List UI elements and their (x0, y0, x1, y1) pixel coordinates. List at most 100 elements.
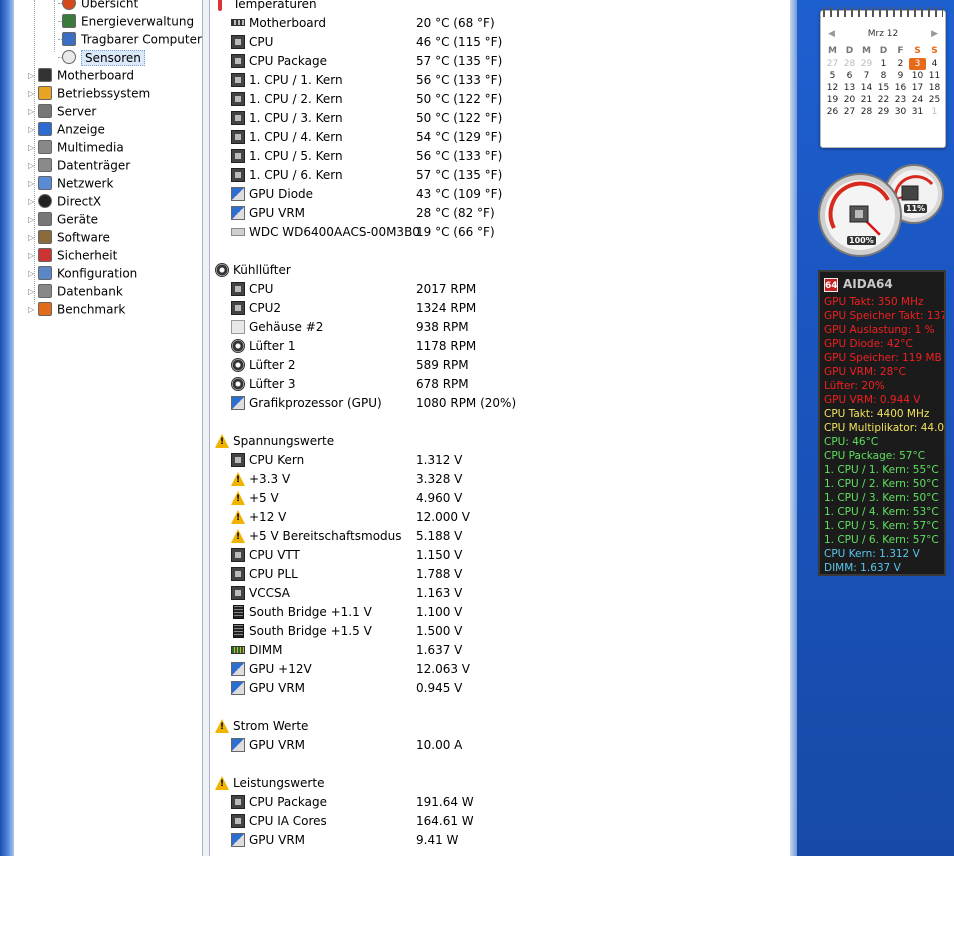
sensor-row[interactable]: GPU +12V 12.063 V (210, 660, 790, 679)
sensor-row[interactable]: 1. CPU / 5. Kern 56 °C (133 °F) (210, 147, 790, 166)
sensor-row[interactable]: Motherboard 20 °C (68 °F) (210, 14, 790, 33)
expand-arrow-icon[interactable]: ▷ (28, 121, 38, 139)
tree-item-multimedia[interactable]: ▷ Multimedia (28, 138, 124, 156)
calendar-day[interactable]: 9 (892, 70, 909, 82)
sensor-row[interactable]: Grafikprozessor (GPU) 1080 RPM (20%) (210, 394, 790, 413)
tree-item-konfiguration[interactable]: ▷ Konfiguration (28, 264, 137, 282)
sensor-row[interactable]: VCCSA 1.163 V (210, 584, 790, 603)
aida64-sensor-panel[interactable]: 64 AIDA64 GPU Takt: 350 MHz GPU Speicher T… (818, 270, 946, 576)
section-header[interactable]: Temperaturen (210, 0, 790, 14)
tree-item-betriebssystem[interactable]: ▷ Betriebssystem (28, 84, 150, 102)
calendar-day[interactable]: 25 (926, 94, 943, 106)
sensor-row[interactable]: GPU VRM 28 °C (82 °F) (210, 204, 790, 223)
calendar-day[interactable]: 1 (875, 58, 892, 70)
calendar-day[interactable]: 2 (892, 58, 909, 70)
cpu-meter-gadget[interactable]: 100% 11% (818, 160, 944, 260)
tree-item-tragbarer-computer[interactable]: Tragbarer Computer (58, 30, 202, 48)
sensor-row[interactable]: GPU VRM 10.00 A (210, 736, 790, 755)
section-header[interactable]: Kühllüfter (210, 261, 790, 280)
sensor-row[interactable]: CPU Kern 1.312 V (210, 451, 790, 470)
calendar-day[interactable]: 29 (858, 58, 875, 70)
calendar-day[interactable]: 23 (892, 94, 909, 106)
expand-arrow-icon[interactable]: ▷ (28, 67, 38, 85)
calendar-day[interactable]: 16 (892, 82, 909, 94)
expand-arrow-icon[interactable]: ▷ (28, 301, 38, 319)
expand-arrow-icon[interactable]: ▷ (28, 193, 38, 211)
sensor-row[interactable]: ! +3.3 V 3.328 V (210, 470, 790, 489)
calendar-day[interactable]: 19 (824, 94, 841, 106)
tree-item-benchmark[interactable]: ▷ Benchmark (28, 300, 125, 318)
tree-item-software[interactable]: ▷ Software (28, 228, 110, 246)
calendar-day[interactable]: 27 (841, 106, 858, 118)
expand-arrow-icon[interactable]: ▷ (28, 247, 38, 265)
tree-item-motherboard[interactable]: ▷ Motherboard (28, 66, 134, 84)
calendar-day[interactable]: 8 (875, 70, 892, 82)
sensor-row[interactable]: Lüfter 1 1178 RPM (210, 337, 790, 356)
section-header[interactable]: ! Strom Werte (210, 717, 790, 736)
calendar-day[interactable]: 22 (875, 94, 892, 106)
calendar-day[interactable]: 26 (824, 106, 841, 118)
sensor-row[interactable]: GPU VRM 9.41 W (210, 831, 790, 850)
calendar-day[interactable]: 30 (892, 106, 909, 118)
expand-arrow-icon[interactable]: ▷ (28, 175, 38, 193)
sensor-list[interactable]: Temperaturen Motherboard 20 °C (68 °F) CPU 4… (210, 0, 790, 856)
sensor-row[interactable]: 1. CPU / 1. Kern 56 °C (133 °F) (210, 71, 790, 90)
sensor-row[interactable]: DIMM 1.637 V (210, 641, 790, 660)
sensor-row[interactable]: South Bridge +1.1 V 1.100 V (210, 603, 790, 622)
sensor-row[interactable]: WDC WD6400AACS-00M3B0 19 °C (66 °F) (210, 223, 790, 242)
pane-splitter[interactable] (202, 0, 210, 856)
expand-arrow-icon[interactable]: ▷ (28, 229, 38, 247)
calendar-day[interactable]: 29 (875, 106, 892, 118)
calendar-day[interactable]: 10 (909, 70, 926, 82)
expand-arrow-icon[interactable]: ▷ (28, 283, 38, 301)
calendar-day[interactable]: 20 (841, 94, 858, 106)
sensor-row[interactable]: GPU VRM 0.945 V (210, 679, 790, 698)
sensor-row[interactable]: CPU PLL 1.788 V (210, 565, 790, 584)
sensor-row[interactable]: CPU Package 57 °C (135 °F) (210, 52, 790, 71)
expand-arrow-icon[interactable]: ▷ (28, 103, 38, 121)
expand-arrow-icon[interactable]: ▷ (28, 211, 38, 229)
sensor-row[interactable]: 1. CPU / 2. Kern 50 °C (122 °F) (210, 90, 790, 109)
calendar-today[interactable]: 3 (909, 58, 926, 70)
calendar-day[interactable]: 31 (909, 106, 926, 118)
tree-item-directx[interactable]: ▷ DirectX (28, 192, 101, 210)
calendar-day[interactable]: 27 (824, 58, 841, 70)
tree-item-datenbank[interactable]: ▷ Datenbank (28, 282, 123, 300)
calendar-day[interactable]: 4 (926, 58, 943, 70)
sensor-row[interactable]: South Bridge +1.5 V 1.500 V (210, 622, 790, 641)
calendar-day[interactable]: 11 (926, 70, 943, 82)
calendar-day[interactable]: 7 (858, 70, 875, 82)
sensor-row[interactable]: GPU Diode 43 °C (109 °F) (210, 185, 790, 204)
expand-arrow-icon[interactable]: ▷ (28, 157, 38, 175)
sensor-row[interactable]: Gehäuse #2 938 RPM (210, 318, 790, 337)
navigation-tree[interactable]: Übersicht Energieverwaltung Tragbarer Comp… (14, 0, 202, 856)
calendar-next-month-button[interactable]: ▶ (931, 29, 938, 39)
calendar-day[interactable]: 21 (858, 94, 875, 106)
calendar-day[interactable]: 13 (841, 82, 858, 94)
sensor-row[interactable]: CPU VTT 1.150 V (210, 546, 790, 565)
section-header[interactable]: ! Spannungswerte (210, 432, 790, 451)
sensor-row[interactable]: 1. CPU / 4. Kern 54 °C (129 °F) (210, 128, 790, 147)
calendar-day[interactable]: 14 (858, 82, 875, 94)
tree-item-netzwerk[interactable]: ▷ Netzwerk (28, 174, 113, 192)
tree-item-übersicht[interactable]: Übersicht (58, 0, 138, 12)
calendar-day[interactable]: 1 (926, 106, 943, 118)
sensor-row[interactable]: 1. CPU / 3. Kern 50 °C (122 °F) (210, 109, 790, 128)
calendar-day[interactable]: 28 (841, 58, 858, 70)
tree-item-geräte[interactable]: ▷ Geräte (28, 210, 98, 228)
calendar-day[interactable]: 17 (909, 82, 926, 94)
calendar-day[interactable]: 5 (824, 70, 841, 82)
expand-arrow-icon[interactable]: ▷ (28, 139, 38, 157)
tree-item-sicherheit[interactable]: ▷ Sicherheit (28, 246, 117, 264)
tree-item-anzeige[interactable]: ▷ Anzeige (28, 120, 105, 138)
calendar-day[interactable]: 28 (858, 106, 875, 118)
calendar-day[interactable]: 18 (926, 82, 943, 94)
sensor-row[interactable]: CPU 2017 RPM (210, 280, 790, 299)
tree-item-server[interactable]: ▷ Server (28, 102, 96, 120)
calendar-gadget[interactable]: ◀ Mrz 12 ▶ M D M D F S S 27 28 29 1 2 3 4 5 6 7 8 9 10 11 12 1… (820, 7, 946, 148)
sensor-row[interactable]: Lüfter 3 678 RPM (210, 375, 790, 394)
sensor-row[interactable]: Lüfter 2 589 RPM (210, 356, 790, 375)
calendar-day[interactable]: 12 (824, 82, 841, 94)
calendar-day[interactable]: 6 (841, 70, 858, 82)
sensor-row[interactable]: ! +5 V 4.960 V (210, 489, 790, 508)
